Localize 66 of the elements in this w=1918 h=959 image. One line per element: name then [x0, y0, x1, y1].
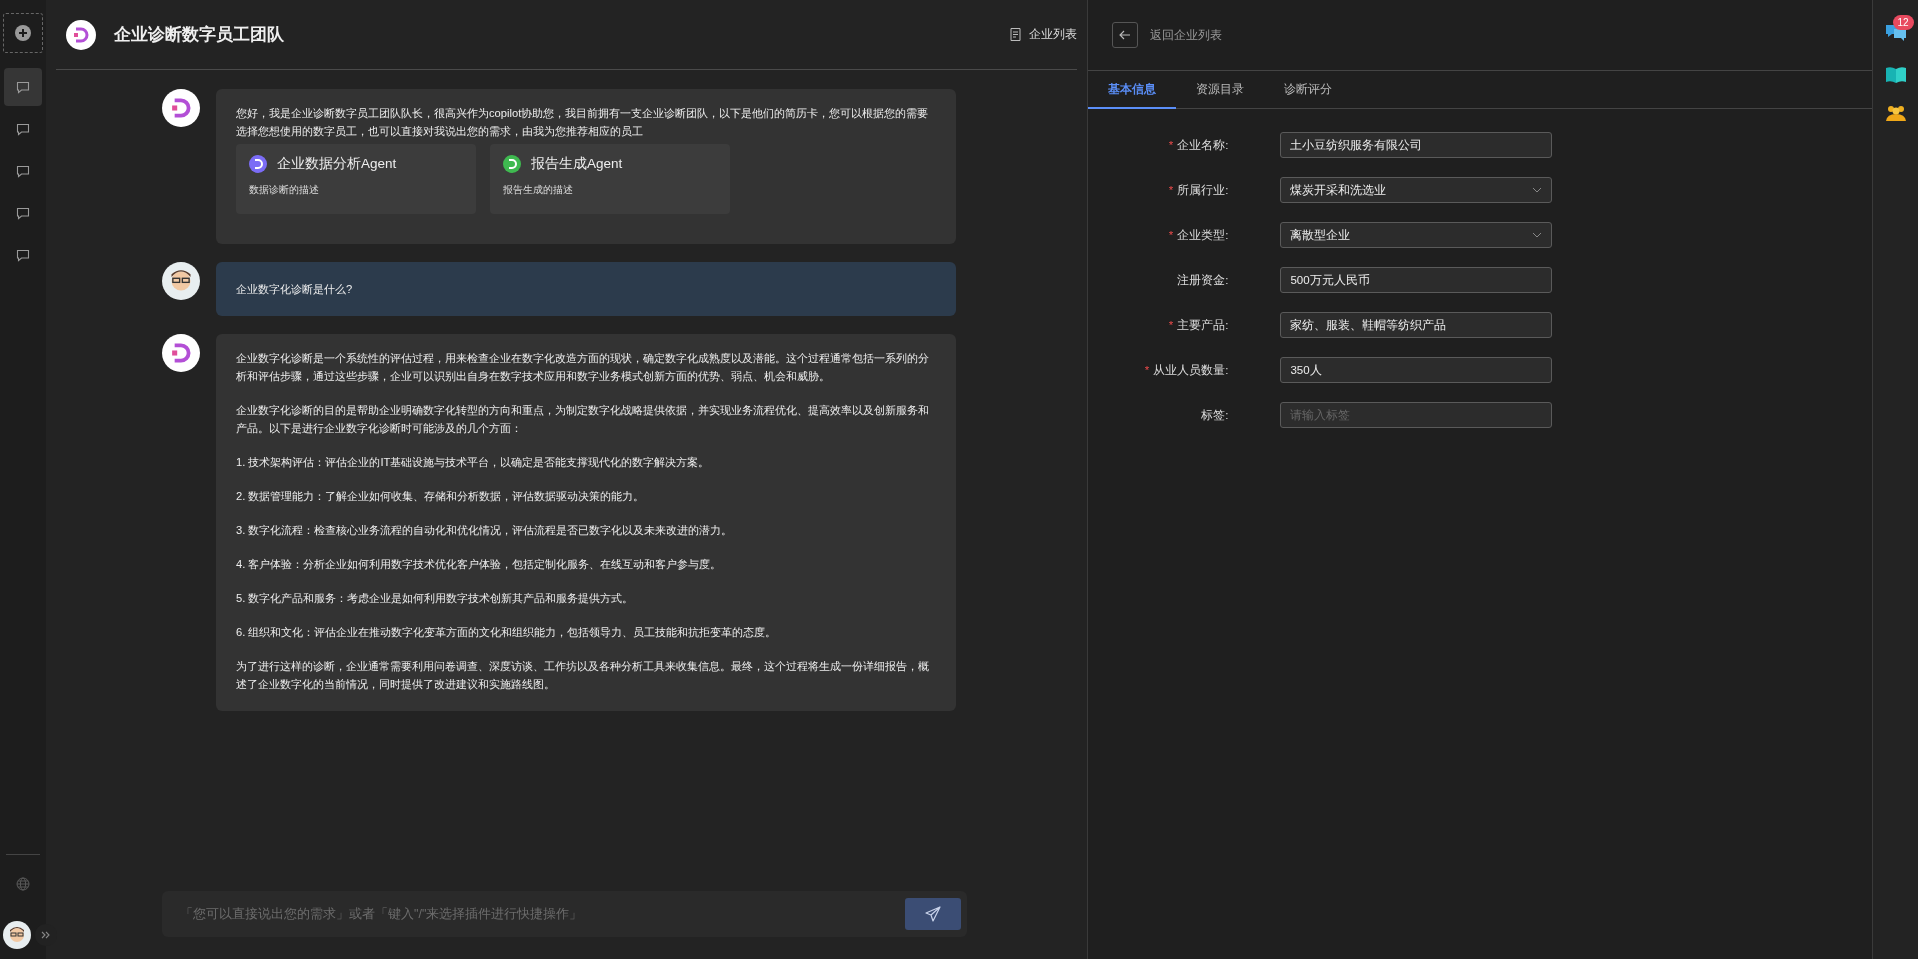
bot-avatar-icon — [162, 89, 200, 127]
chat-icon — [16, 122, 30, 136]
message-text: 企业数字化诊断的目的是帮助企业明确数字化转型的方向和重点，为制定数字化战略提供依据，并实现业务流程优化、提高效率以及创新服务和产品。以下是进行企业数字化诊断时可能涉及的几个方面： — [236, 403, 930, 436]
send-button[interactable] — [905, 898, 962, 930]
tab[interactable]: 资源目录 — [1176, 71, 1265, 109]
chevron-down-icon — [1532, 232, 1543, 238]
select-field[interactable]: 离散型企业 — [1280, 222, 1553, 248]
field-label: 企业类型: — [1177, 227, 1229, 243]
arrow-left-icon — [1119, 30, 1132, 40]
new-chat-button[interactable] — [3, 13, 43, 53]
chat-icon — [16, 248, 30, 262]
message-text: 5. 数字化产品和服务：考虑企业是如何利用数字技术创新其产品和服务提供方式。 — [236, 591, 635, 606]
message-text: 6. 组织和文化：评估企业在推动数字化变革方面的文化和组织能力，包括领导力、员工技能和抗拒变革的态度。 — [236, 625, 778, 640]
required-mark: * — [1168, 319, 1174, 331]
chat-icon — [16, 206, 30, 220]
input-field[interactable]: 500万元人民币 — [1280, 267, 1553, 293]
company-list-link[interactable]: 企业列表 — [1010, 26, 1078, 43]
field-label: 所属行业: — [1177, 182, 1229, 198]
field-label: 从业人员数量: — [1153, 362, 1229, 378]
field-label: 标签: — [1201, 407, 1229, 423]
required-mark: * — [1144, 364, 1150, 376]
tab[interactable]: 基本信息 — [1088, 71, 1177, 109]
required-mark: * — [1168, 229, 1174, 241]
user-avatar-icon[interactable] — [3, 921, 31, 949]
double-chevron-icon — [41, 930, 51, 940]
bot-avatar-icon — [162, 334, 200, 372]
users-icon[interactable] — [1884, 104, 1907, 122]
chat-icon — [16, 164, 30, 178]
message-text: 企业数字化诊断是一个系统性的评估过程，用来检查企业在数字化改造方面的现状，确定数字化成熟度以及潜能。这个过程通常包括一系列的分析和评估步骤，通过这些步骤，企业可以识别出自身在数字技术应用和数字业务模式创新方面的优势、弱点、机会和威胁。 — [236, 351, 930, 384]
agent-name: 报告生成Agent — [531, 155, 623, 173]
notification-badge: 12 — [1892, 15, 1914, 30]
back-label[interactable]: 返回企业列表 — [1150, 27, 1223, 43]
required-mark: * — [1168, 139, 1174, 151]
agent-description: 数据诊断的描述 — [249, 183, 320, 197]
message-text: 2. 数据管理能力：了解企业如何收集、存储和分析数据，评估数据驱动决策的能力。 — [236, 489, 646, 504]
message-text: 您好，我是企业诊断数字员工团队队长，很高兴作为copilot协助您，我目前拥有一支企业诊断团队，以下是他们的简历卡，您可以根据您的需要选择您想使用的数字员工，也可以直接对我说出您的需求，由我为您推荐相应的员工 — [236, 106, 930, 139]
message-text: 1. 技术架构评估：评估企业的IT基础设施与技术平台，以确定是否能支撑现代化的数字解决方案。 — [236, 455, 711, 470]
input-field[interactable]: 土小豆纺织服务有限公司 — [1280, 132, 1553, 158]
back-button[interactable] — [1112, 22, 1139, 48]
agent-card[interactable]: 报告生成Agent 报告生成的描述 — [490, 144, 730, 214]
input-field[interactable]: 家纺、服装、鞋帽等纺织产品 — [1280, 312, 1553, 338]
tab[interactable]: 诊断评分 — [1264, 71, 1353, 109]
team-logo-icon — [66, 19, 96, 50]
document-icon — [1010, 28, 1022, 41]
chat-history-item[interactable] — [4, 68, 42, 106]
team-title: 企业诊断数字员工团队 — [114, 24, 284, 46]
message-text: 企业数字化诊断是什么? — [236, 282, 354, 297]
agent-name: 企业数据分析Agent — [277, 155, 397, 173]
chevron-down-icon — [1532, 187, 1543, 193]
field-label: 主要产品: — [1177, 317, 1229, 333]
message-text: 为了进行这样的诊断，企业通常需要利用问卷调查、深度访谈、工作坊以及各种分析工具来收集信息。最终，这个过程将生成一份详细报告，概述了企业数字化的当前情况，同时提供了改进建议和实施路线图。 — [236, 659, 930, 692]
user-avatar-icon — [162, 262, 200, 300]
plus-icon — [15, 25, 31, 41]
required-mark: * — [1168, 184, 1174, 196]
select-field[interactable]: 煤炭开采和洗选业 — [1280, 177, 1553, 203]
agent-card[interactable]: 企业数据分析Agent 数据诊断的描述 — [236, 144, 476, 214]
input-field[interactable]: 350人 — [1280, 357, 1553, 383]
chat-icon — [16, 80, 30, 94]
field-label: 企业名称: — [1177, 137, 1229, 153]
field-label: 注册资金: — [1177, 272, 1229, 288]
send-icon — [925, 906, 942, 922]
globe-icon[interactable] — [16, 877, 30, 891]
message-text: 3. 数字化流程：检查核心业务流程的自动化和优化情况，评估流程是否已数字化以及未来改进的潜力。 — [236, 523, 734, 538]
book-icon[interactable] — [1884, 66, 1907, 84]
agent-description: 报告生成的描述 — [503, 183, 574, 197]
message-text: 4. 客户体验：分析企业如何利用数字技术优化客户体验，包括定制化服务、在线互动和客户参与度。 — [236, 557, 723, 572]
